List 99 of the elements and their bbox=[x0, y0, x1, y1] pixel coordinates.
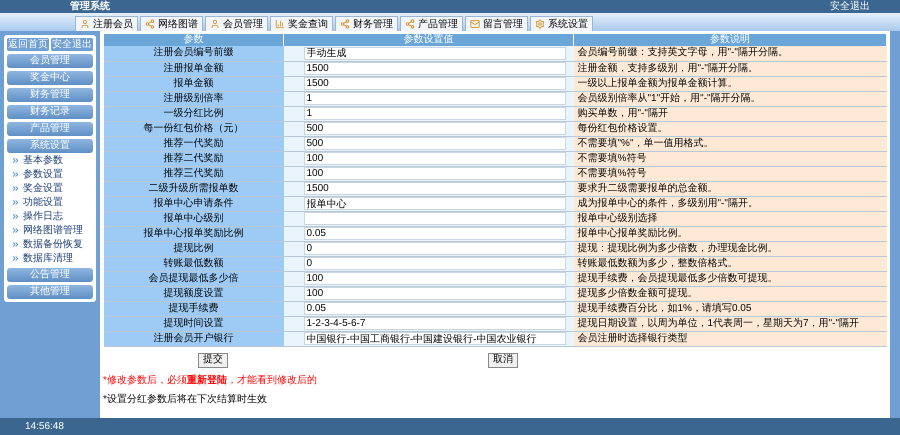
input-field[interactable]: 1500 bbox=[304, 62, 566, 75]
input-field[interactable]: 100 bbox=[304, 167, 566, 180]
form-button[interactable]: 取消 bbox=[488, 352, 518, 368]
mail-icon bbox=[470, 19, 480, 29]
sidebar-item[interactable]: 网络图谱管理 bbox=[7, 223, 93, 237]
input-field[interactable]: 0 bbox=[304, 257, 566, 270]
sidebar-item[interactable]: 功能设置 bbox=[7, 195, 93, 209]
table-cell: 不需要填"%"，单一值用格式。 bbox=[574, 136, 886, 151]
double-chevron-icon bbox=[11, 184, 20, 192]
sidebar-item[interactable]: 数据备份恢复 bbox=[7, 237, 93, 251]
table-cell: 推荐一代奖励 bbox=[104, 136, 284, 151]
input-field[interactable]: 1500 bbox=[304, 182, 566, 195]
share-icon bbox=[405, 19, 415, 29]
input-field[interactable]: 500 bbox=[304, 122, 566, 135]
sidebar-item[interactable]: 基本参数 bbox=[7, 153, 93, 167]
input-field[interactable]: 100 bbox=[304, 287, 566, 300]
table-cell: 转账最低数额 bbox=[104, 256, 284, 271]
table-cell: 提现比例 bbox=[104, 241, 284, 256]
table-cell: 注册报单金额 bbox=[104, 61, 284, 76]
input-field[interactable]: 报单中心 bbox=[304, 197, 566, 210]
table-cell: 报单中心报单奖励比例。 bbox=[574, 226, 886, 241]
table-cell: 一级分红比例 bbox=[104, 106, 284, 121]
double-chevron-icon bbox=[11, 170, 20, 178]
share-icon bbox=[340, 19, 350, 29]
table-cell: 推荐二代奖励 bbox=[104, 151, 284, 166]
double-chevron-icon bbox=[11, 254, 20, 262]
table-cell: 会员注册时选择银行类型 bbox=[574, 331, 886, 346]
double-chevron-icon bbox=[11, 198, 20, 206]
table-cell: 转账最低数额为多少，整数倍格式。 bbox=[574, 256, 886, 271]
table-cell: 提现日期设置，以周为单位，1代表周一，星期天为7，用"-"隔开 bbox=[574, 316, 886, 331]
table-cell: 不需要填%符号 bbox=[574, 151, 886, 166]
input-field[interactable]: 0.05 bbox=[304, 227, 566, 240]
logout-link[interactable]: 安全退出 bbox=[830, 0, 870, 14]
table-cell: 提现多少倍数金额可提现。 bbox=[574, 286, 886, 301]
table-cell: 提现时间设置 bbox=[104, 316, 284, 331]
note-text: *设置分红参数后将在下次结算时生效 bbox=[103, 392, 268, 406]
table-cell: 每一份红包价格（元） bbox=[104, 121, 284, 136]
sidebar-item[interactable]: 数据库清理 bbox=[7, 251, 93, 265]
double-chevron-icon bbox=[11, 240, 20, 248]
clock-text: 14:56:48 bbox=[25, 420, 64, 434]
input-field[interactable]: 0.05 bbox=[304, 302, 566, 315]
share-icon bbox=[145, 19, 155, 29]
nav-tab[interactable]: 财务管理 bbox=[335, 16, 398, 31]
table-cell: 提现额度设置 bbox=[104, 286, 284, 301]
table-cell: 一级以上报单金额为报单金额计算。 bbox=[574, 76, 886, 91]
table-cell: 注册级别倍率 bbox=[104, 91, 284, 106]
table-cell: 会员级别倍率从"1"开始，用"-"隔开分隔。 bbox=[574, 91, 886, 106]
double-chevron-icon bbox=[11, 212, 20, 220]
nav-tab[interactable]: 会员管理 bbox=[205, 16, 268, 31]
table-cell: 注册会员编号前缀 bbox=[104, 46, 284, 61]
chart-icon bbox=[275, 19, 285, 29]
input-field[interactable] bbox=[304, 212, 566, 225]
note-text: *修改参数后，必须重新登陆，才能看到修改后的 bbox=[103, 373, 318, 388]
table-cell: 会员提现最低多少倍 bbox=[104, 271, 284, 286]
user-icon bbox=[80, 19, 90, 29]
table-cell: 提现：提现比例为多少倍数，办理现金比例。 bbox=[574, 241, 886, 256]
table-cell: 每份红包价格设置。 bbox=[574, 121, 886, 136]
table-cell: 提现手续费百分比，如1%，请填写0.05 bbox=[574, 301, 886, 316]
sidebar-item[interactable]: 奖金设置 bbox=[7, 181, 93, 195]
input-field[interactable]: 1-2-3-4-5-6-7 bbox=[304, 317, 566, 330]
input-field[interactable]: 手动生成 bbox=[304, 46, 566, 60]
double-chevron-icon bbox=[11, 226, 20, 234]
table-cell: 报单中心级别 bbox=[104, 211, 284, 226]
table-cell: 注册会员开户银行 bbox=[104, 331, 284, 346]
table-cell: 二级升级所需报单数 bbox=[104, 181, 284, 196]
table-cell: 报单中心报单奖励比例 bbox=[104, 226, 284, 241]
table-cell: 报单中心级别选择 bbox=[574, 211, 886, 226]
table-cell: 报单金额 bbox=[104, 76, 284, 91]
double-chevron-icon bbox=[11, 156, 20, 164]
input-field[interactable]: 1500 bbox=[304, 77, 566, 90]
nav-tab[interactable]: 奖金查询 bbox=[270, 16, 333, 31]
input-field[interactable]: 100 bbox=[304, 152, 566, 165]
table-cell: 注册金额，支持多级别，用"-"隔开分隔。 bbox=[574, 61, 886, 76]
input-field[interactable]: 500 bbox=[304, 137, 566, 150]
table-cell: 提现手续费，会员提现最低多少倍数可提现。 bbox=[574, 271, 886, 286]
table-cell: 不需要填%符号 bbox=[574, 166, 886, 181]
table-cell: 报单中心申请条件 bbox=[104, 196, 284, 211]
sidebar-item[interactable]: 参数设置 bbox=[7, 167, 93, 181]
nav-tab[interactable]: 网络图谱 bbox=[140, 16, 203, 31]
input-field[interactable]: 1 bbox=[304, 107, 566, 120]
input-field[interactable]: 100 bbox=[304, 272, 566, 285]
table-cell: 要求升二级需要报单的总金额。 bbox=[574, 181, 886, 196]
input-field[interactable]: 中国银行-中国工商银行-中国建设银行-中国农业银行 bbox=[304, 332, 566, 345]
app-title: 管理系统 bbox=[70, 0, 110, 14]
nav-tab[interactable]: 系统设置 bbox=[530, 16, 593, 31]
user-icon bbox=[210, 19, 220, 29]
table-cell: 推荐三代奖励 bbox=[104, 166, 284, 181]
table-cell: 购买单数，用"-"隔开 bbox=[574, 106, 886, 121]
table-cell: 会员编号前缀：支持英文字母，用"-"隔开分隔。 bbox=[574, 46, 886, 61]
table-cell: 成为报单中心的条件，多级别用"-"隔开。 bbox=[574, 196, 886, 211]
input-field[interactable]: 0 bbox=[304, 242, 566, 255]
nav-tab[interactable]: 留言管理 bbox=[465, 16, 528, 31]
nav-tab[interactable]: 产品管理 bbox=[400, 16, 463, 31]
form-button[interactable]: 提交 bbox=[198, 352, 228, 368]
settings-icon bbox=[535, 19, 545, 29]
nav-tab[interactable]: 注册会员 bbox=[75, 16, 138, 31]
input-field[interactable]: 1 bbox=[304, 92, 566, 105]
table-cell: 提现手续费 bbox=[104, 301, 284, 316]
sidebar-item[interactable]: 操作日志 bbox=[7, 209, 93, 223]
